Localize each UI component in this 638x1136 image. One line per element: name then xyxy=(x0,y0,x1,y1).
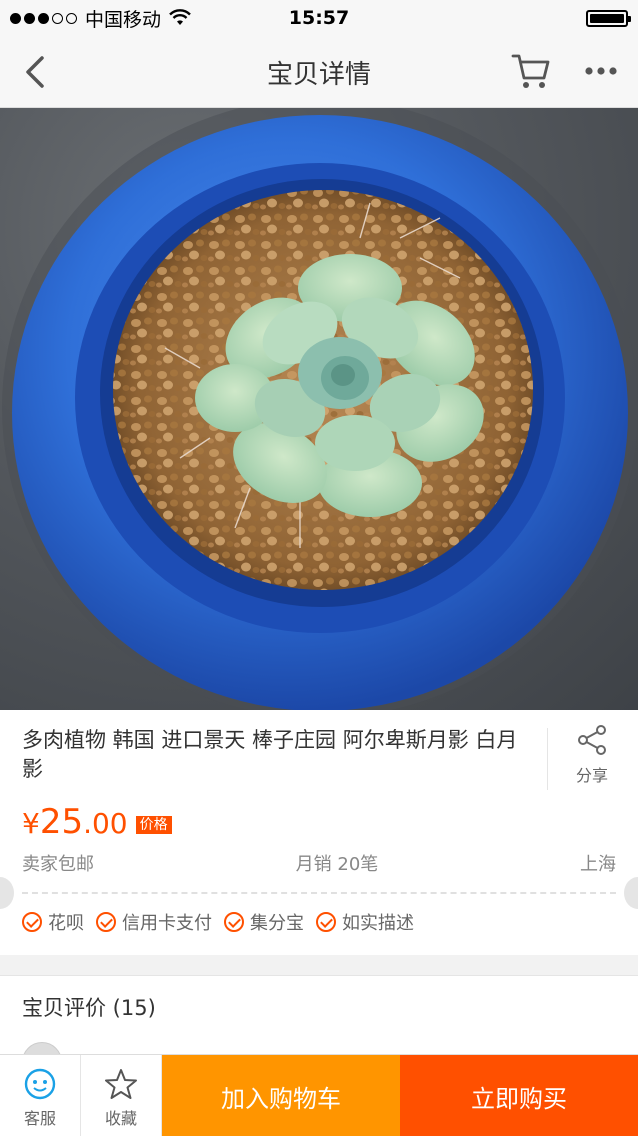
price: ¥ 25 .00 价格 xyxy=(22,802,172,842)
star-icon xyxy=(105,1069,137,1099)
shipping-info: 卖家包邮 xyxy=(22,854,94,875)
service-item: 信用卡支付 xyxy=(96,909,212,935)
battery-level xyxy=(590,14,624,23)
price-decimal: .00 xyxy=(83,807,128,840)
nav-bar: 宝贝详情 xyxy=(0,36,638,108)
status-bar: 中国移动 15:57 xyxy=(0,0,638,36)
reviews-title: 宝贝评价 (15) xyxy=(22,996,156,1020)
customer-service-button[interactable]: 客服 xyxy=(0,1055,81,1136)
product-title: 多肉植物 韩国 进口景天 棒子庄园 阿尔卑斯月影 白月影 xyxy=(22,728,518,781)
product-info-card: 多肉植物 韩国 进口景天 棒子庄园 阿尔卑斯月影 白月影 分享 ¥ 25 .00… xyxy=(0,710,638,955)
service-item: 如实描述 xyxy=(316,909,414,935)
add-to-cart-button[interactable]: 加入购物车 xyxy=(162,1055,400,1136)
share-label: 分享 xyxy=(575,766,608,785)
status-time: 15:57 xyxy=(288,7,350,29)
service-label: 如实描述 xyxy=(342,913,414,934)
meta-row: 卖家包邮 月销 20笔 上海 xyxy=(22,850,616,876)
bottom-action-bar: 客服 收藏 加入购物车 立即购买 xyxy=(0,1054,638,1136)
ticket-notch-right xyxy=(624,877,638,909)
check-circle-icon xyxy=(224,912,244,932)
share-button[interactable]: 分享 xyxy=(560,724,624,794)
chat-face-icon xyxy=(24,1068,56,1100)
more-button[interactable] xyxy=(582,56,620,86)
favorite-button[interactable]: 收藏 xyxy=(81,1055,162,1136)
service-item: 花呗 xyxy=(22,909,84,935)
customer-service-label: 客服 xyxy=(23,1109,56,1128)
buy-now-button[interactable]: 立即购买 xyxy=(400,1055,638,1136)
service-label: 集分宝 xyxy=(250,913,304,934)
battery-icon xyxy=(586,10,631,27)
succulent-pot-photo xyxy=(2,108,638,710)
service-label: 信用卡支付 xyxy=(122,913,212,934)
product-detail-page: 中国移动 15:57 宝贝详情 多肉植物 韩国 进口景天 棒子庄园 阿尔卑斯月影… xyxy=(0,0,638,1136)
product-image[interactable] xyxy=(0,108,638,710)
ship-location: 上海 xyxy=(579,854,616,875)
price-integer: 25 xyxy=(39,802,84,842)
ticket-notch-left xyxy=(0,877,14,909)
price-currency: ¥ xyxy=(22,807,40,840)
monthly-sales: 月销 20笔 xyxy=(295,854,379,875)
service-label: 花呗 xyxy=(48,913,84,934)
share-divider xyxy=(547,728,548,790)
check-circle-icon xyxy=(96,912,116,932)
check-circle-icon xyxy=(22,912,42,932)
cart-button[interactable] xyxy=(510,50,552,92)
favorite-label: 收藏 xyxy=(104,1109,137,1128)
check-circle-icon xyxy=(316,912,336,932)
price-tag-badge: 价格 xyxy=(135,816,172,834)
service-guarantees[interactable]: 花呗 信用卡支付 集分宝 如实描述 xyxy=(22,909,414,935)
dashed-divider xyxy=(22,892,616,894)
service-item: 集分宝 xyxy=(224,909,304,935)
share-icon xyxy=(578,725,606,755)
